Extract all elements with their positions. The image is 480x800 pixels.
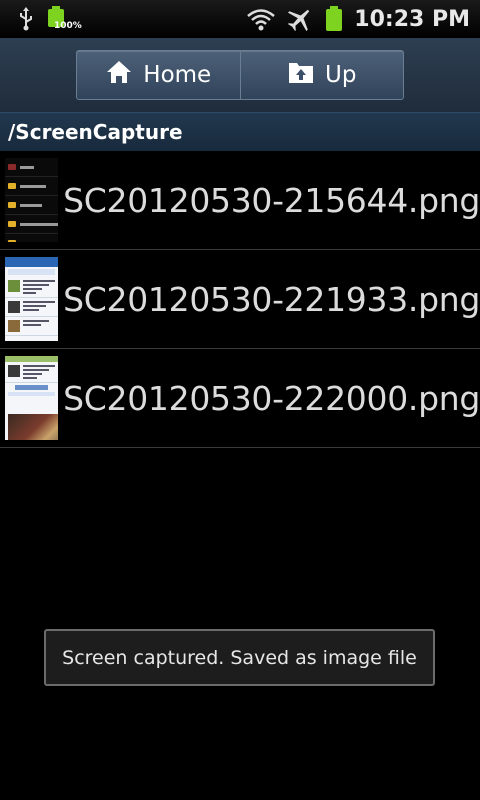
file-name: SC20120530-221933.png — [63, 279, 480, 319]
file-thumbnail — [5, 257, 59, 341]
current-path: /ScreenCapture — [0, 112, 480, 151]
airplane-mode-icon — [286, 6, 314, 32]
folder-up-icon — [287, 59, 315, 91]
file-thumbnail — [5, 158, 59, 242]
nav-button-group: Home Up — [76, 50, 404, 100]
up-button-label: Up — [325, 62, 357, 88]
usb-icon — [18, 7, 34, 31]
clock: 10:23 PM — [354, 6, 470, 32]
file-name: SC20120530-222000.png — [63, 378, 480, 418]
home-button[interactable]: Home — [77, 51, 240, 99]
status-bar: 100% 10:23 PM — [0, 0, 480, 38]
up-button[interactable]: Up — [239, 51, 404, 99]
file-row[interactable]: SC20120530-215644.png — [0, 151, 480, 250]
file-list: SC20120530-215644.png SC20120530-221933.… — [0, 151, 480, 448]
toast-message: Screen captured. Saved as image file — [44, 629, 435, 686]
file-row[interactable]: SC20120530-221933.png — [0, 250, 480, 349]
home-icon — [105, 59, 133, 91]
navigation-toolbar: Home Up — [0, 38, 480, 112]
file-name: SC20120530-215644.png — [63, 180, 480, 220]
file-thumbnail — [5, 356, 59, 440]
battery-percent: 100% — [54, 21, 82, 31]
battery-charging-icon — [324, 5, 344, 33]
home-button-label: Home — [143, 62, 212, 88]
wifi-icon — [246, 7, 276, 31]
file-row[interactable]: SC20120530-222000.png — [0, 349, 480, 448]
